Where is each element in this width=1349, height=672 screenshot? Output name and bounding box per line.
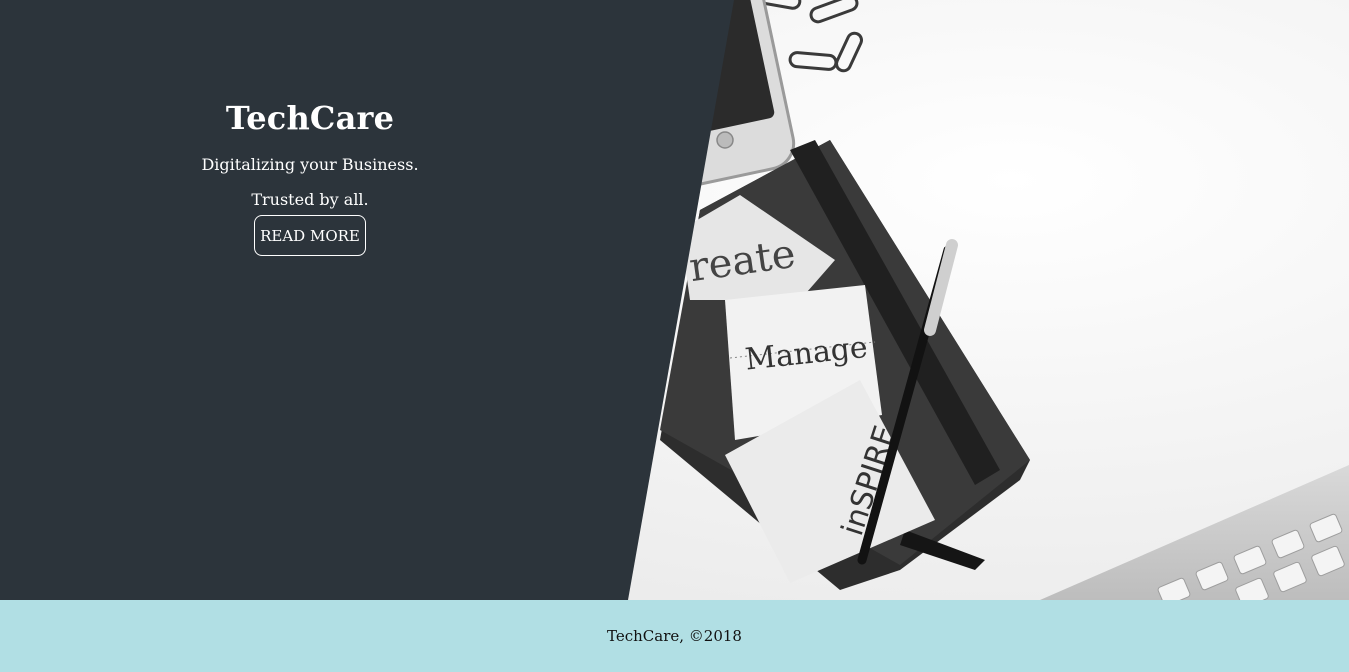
hero-content: TechCare Digitalizing your Business. Tru… xyxy=(160,96,460,256)
footer: TechCare, ©2018 xyxy=(0,600,1349,672)
read-more-button[interactable]: READ MORE xyxy=(254,215,366,256)
tagline-line-1: Digitalizing your Business. xyxy=(201,155,419,174)
brand-title: TechCare xyxy=(225,99,395,137)
footer-copyright: TechCare, ©2018 xyxy=(607,627,742,645)
hero-section: reate Manage inSPIRE TechCare Digitalizi… xyxy=(0,0,1349,600)
hero-photo: reate Manage inSPIRE xyxy=(0,0,1349,600)
tagline-line-2: Trusted by all. xyxy=(251,190,369,209)
